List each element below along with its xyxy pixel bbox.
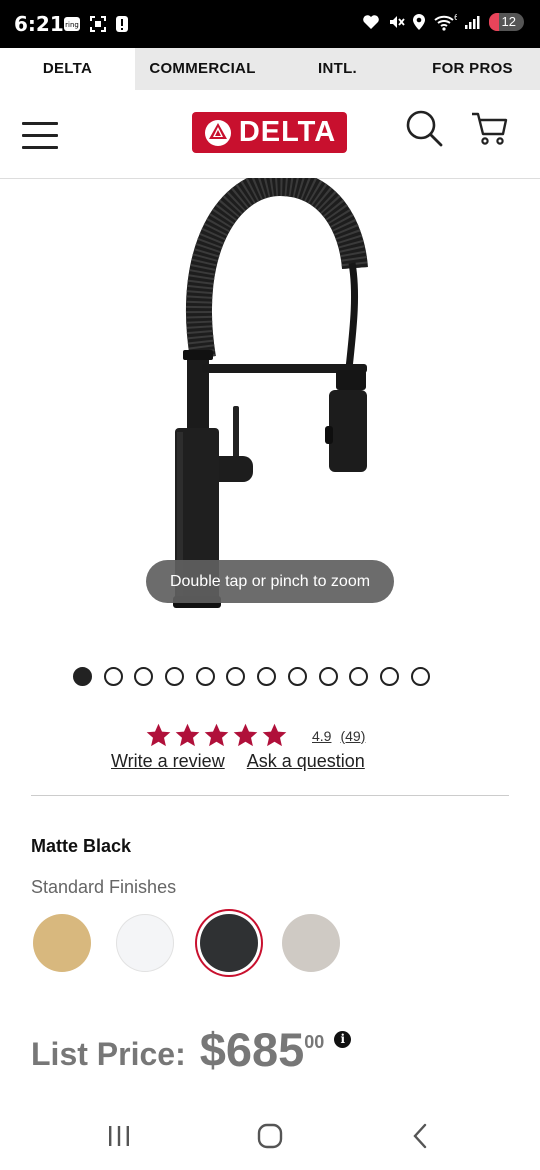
battery-indicator: 12 bbox=[488, 13, 524, 31]
gallery-dot[interactable] bbox=[195, 667, 215, 686]
gallery-dot[interactable] bbox=[349, 667, 369, 686]
heart-icon bbox=[362, 15, 379, 29]
gallery-dot[interactable] bbox=[287, 667, 307, 686]
star-rating[interactable] bbox=[145, 722, 288, 749]
review-count[interactable]: (49) bbox=[340, 728, 365, 744]
gallery-dot[interactable] bbox=[257, 667, 277, 686]
gallery-dot[interactable] bbox=[134, 667, 154, 686]
system-nav-bar bbox=[0, 1105, 540, 1170]
back-icon[interactable] bbox=[406, 1121, 436, 1151]
location-icon bbox=[412, 14, 425, 30]
write-review-link[interactable]: Write a review bbox=[111, 751, 225, 772]
recent-apps-icon[interactable] bbox=[104, 1121, 134, 1151]
gallery-dot[interactable] bbox=[226, 667, 246, 686]
star-icon bbox=[233, 723, 258, 747]
star-icon bbox=[204, 723, 229, 747]
tab-delta[interactable]: DELTA bbox=[0, 48, 135, 90]
divider bbox=[31, 795, 509, 796]
swatch-white[interactable] bbox=[116, 914, 174, 972]
delta-logo-mark-icon bbox=[204, 119, 231, 146]
gallery-dot[interactable] bbox=[410, 667, 430, 686]
status-bar: 6:21 ring 6 12 bbox=[0, 0, 540, 48]
ring-app-icon: ring bbox=[64, 17, 80, 31]
tab-commercial[interactable]: COMMERCIAL bbox=[135, 48, 270, 90]
gallery-dot[interactable] bbox=[103, 667, 123, 686]
alert-icon bbox=[116, 16, 128, 32]
info-icon[interactable]: i bbox=[334, 1031, 352, 1048]
product-image-faucet[interactable] bbox=[90, 178, 450, 618]
gallery-dot[interactable] bbox=[379, 667, 399, 686]
search-icon[interactable] bbox=[404, 108, 444, 148]
list-price: List Price: $685 00 i bbox=[31, 1022, 352, 1077]
star-icon bbox=[175, 723, 200, 747]
price-dollars: $685 bbox=[199, 1023, 305, 1076]
swatch-champagne-bronze[interactable] bbox=[33, 914, 91, 972]
battery-level: 12 bbox=[501, 14, 516, 29]
brand-tabs: DELTA COMMERCIAL INTL. FOR PROS bbox=[0, 48, 540, 90]
gallery-dot[interactable] bbox=[73, 667, 92, 686]
ask-question-link[interactable]: Ask a question bbox=[247, 751, 365, 772]
mute-icon bbox=[389, 16, 405, 28]
wifi-icon: 6 bbox=[433, 13, 457, 31]
svg-text:6: 6 bbox=[454, 13, 457, 22]
delta-logo[interactable]: DELTA bbox=[192, 112, 347, 153]
star-icon bbox=[146, 723, 171, 747]
signal-icon bbox=[464, 16, 480, 29]
menu-icon[interactable] bbox=[22, 122, 58, 150]
review-links: Write a review Ask a question bbox=[111, 751, 365, 772]
rating-value[interactable]: 4.9 bbox=[312, 728, 331, 744]
gallery-pagination bbox=[73, 667, 430, 686]
star-icon bbox=[262, 723, 287, 747]
gallery-dot[interactable] bbox=[165, 667, 185, 686]
status-notification-icons: ring bbox=[63, 15, 129, 33]
svg-text:ring: ring bbox=[65, 21, 79, 29]
screenshot-icon bbox=[90, 16, 106, 32]
finish-swatches bbox=[31, 911, 351, 975]
zoom-hint-toast: Double tap or pinch to zoom bbox=[146, 560, 394, 603]
status-system-icons: 6 12 bbox=[362, 13, 524, 31]
price-cents: 00 bbox=[304, 1032, 325, 1052]
rating-summary: 4.9 (49) bbox=[145, 722, 365, 749]
swatch-matte-black[interactable] bbox=[200, 914, 258, 972]
site-header: DELTA bbox=[0, 90, 540, 179]
gallery-dot[interactable] bbox=[318, 667, 338, 686]
logo-text: DELTA bbox=[238, 116, 337, 148]
selected-finish-name: Matte Black bbox=[31, 836, 132, 856]
cart-icon[interactable] bbox=[470, 108, 510, 148]
battery-low-icon bbox=[488, 13, 499, 31]
status-time: 6:21 bbox=[14, 12, 64, 36]
tab-for-pros[interactable]: FOR PROS bbox=[405, 48, 540, 90]
tab-intl[interactable]: INTL. bbox=[270, 48, 405, 90]
swatch-stainless[interactable] bbox=[282, 914, 340, 972]
finish-group-label: Standard Finishes bbox=[31, 877, 177, 897]
home-icon[interactable] bbox=[255, 1121, 285, 1151]
price-label: List Price: bbox=[31, 1036, 186, 1072]
